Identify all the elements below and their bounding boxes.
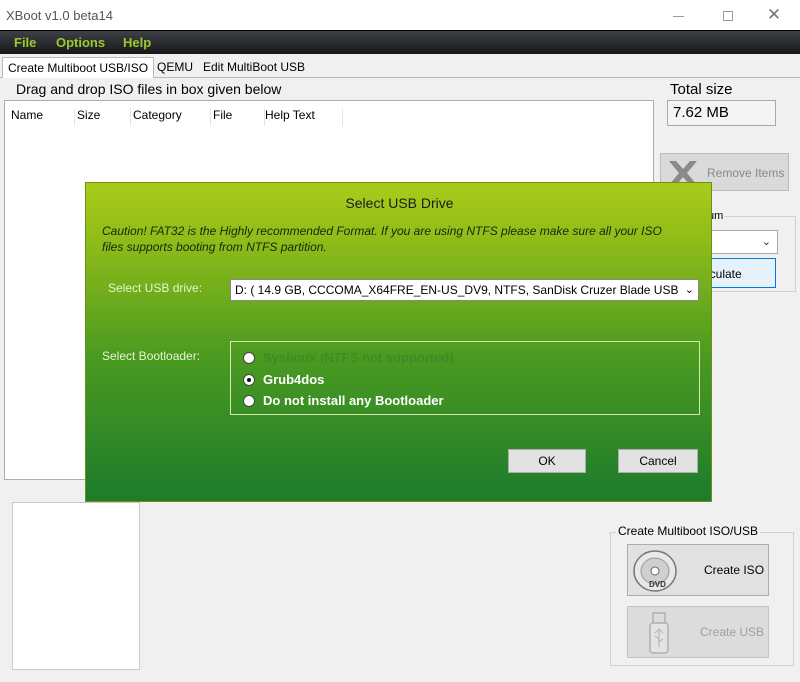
menu-options[interactable]: Options: [56, 35, 105, 50]
radio-syslinux-label: Syslinux (NTFS not supported): [263, 350, 454, 365]
calculate-label: lculate: [707, 267, 742, 281]
close-icon: ✕: [766, 5, 782, 24]
cancel-button[interactable]: Cancel: [618, 449, 698, 473]
tab-create-multiboot[interactable]: Create Multiboot USB/ISO: [2, 57, 155, 79]
disc-icon: DVD: [633, 550, 677, 592]
svg-text:DVD: DVD: [649, 580, 666, 589]
remove-items-label: Remove Items: [707, 166, 785, 180]
radio-button-icon: [243, 395, 255, 407]
create-multiboot-title: Create Multiboot ISO/USB: [616, 524, 761, 538]
column-name[interactable]: Name: [11, 108, 75, 126]
title-bar: XBoot v1.0 beta14 ✕: [0, 0, 800, 30]
minimize-button[interactable]: [662, 3, 694, 27]
bootloader-group: Syslinux (NTFS not supported) Grub4dos D…: [230, 341, 700, 415]
column-help-text[interactable]: Help Text: [265, 108, 343, 126]
create-usb-label: Create USB: [700, 625, 765, 639]
maximize-icon: [723, 11, 733, 22]
bootloader-label: Select Bootloader:: [102, 349, 201, 363]
radio-button-icon: [243, 352, 255, 364]
radio-grub4dos-label: Grub4dos: [263, 372, 325, 387]
select-usb-dialog: Select USB Drive Caution! FAT32 is the H…: [85, 182, 712, 502]
total-size-label: Total size: [670, 81, 733, 98]
chevron-down-icon: ⌄: [761, 236, 771, 248]
minimize-icon: [672, 15, 684, 17]
create-iso-button[interactable]: DVD Create ISO: [627, 544, 769, 596]
usb-drive-label: Select USB drive:: [108, 281, 203, 295]
chevron-down-icon: ⌄: [684, 284, 694, 296]
usb-drive-icon: [649, 612, 669, 654]
ok-button[interactable]: OK: [508, 449, 586, 473]
column-size[interactable]: Size: [77, 108, 131, 126]
drag-drop-label: Drag and drop ISO files in box given bel…: [16, 81, 282, 97]
close-button[interactable]: ✕: [758, 3, 790, 27]
tab-edit-multiboot[interactable]: Edit MultiBoot USB: [198, 57, 310, 78]
window-title: XBoot v1.0 beta14: [6, 8, 113, 23]
usb-drive-select[interactable]: D: ( 14.9 GB, CCCOMA_X64FRE_EN-US_DV9, N…: [230, 279, 699, 301]
column-category[interactable]: Category: [133, 108, 211, 126]
caution-text: Caution! FAT32 is the Highly recommended…: [102, 224, 662, 254]
tab-qemu[interactable]: QEMU: [152, 57, 198, 78]
preview-box: [12, 502, 140, 670]
column-file[interactable]: File: [213, 108, 265, 126]
dialog-title: Select USB Drive: [345, 195, 454, 211]
radio-button-icon: [243, 374, 255, 386]
usb-drive-value: D: ( 14.9 GB, CCCOMA_X64FRE_EN-US_DV9, N…: [235, 283, 679, 297]
menu-help[interactable]: Help: [123, 35, 151, 50]
maximize-button[interactable]: [712, 3, 744, 27]
tab-strip: Create Multiboot USB/ISO QEMU Edit Multi…: [0, 54, 800, 79]
radio-no-bootloader-label: Do not install any Bootloader: [263, 393, 444, 408]
menu-file[interactable]: File: [14, 35, 36, 50]
create-iso-label: Create ISO: [704, 563, 765, 577]
menu-bar: File Options Help: [0, 30, 800, 54]
total-size-value: 7.62 MB: [667, 100, 776, 126]
create-usb-button[interactable]: Create USB: [627, 606, 769, 658]
